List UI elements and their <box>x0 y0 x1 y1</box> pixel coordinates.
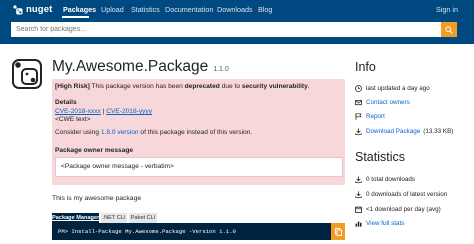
deprecation-text-end: . <box>307 83 310 90</box>
search-icon <box>445 25 453 34</box>
top-navbar: nuget Packages Upload Statistics Documen… <box>0 0 474 19</box>
mail-icon <box>355 99 362 105</box>
deprecation-text-mid: due to <box>219 83 242 90</box>
clock-icon <box>355 84 362 92</box>
downloads-per-day: <1 download per day (avg) <box>355 204 441 214</box>
statistics-heading: Statistics <box>355 150 406 164</box>
nuget-logo-icon <box>13 5 23 15</box>
search-button[interactable] <box>441 22 457 37</box>
calendar-icon <box>355 205 362 213</box>
report[interactable]: Report <box>355 111 385 121</box>
alternate-version-link[interactable]: 1.8.0 version <box>101 129 139 136</box>
download-size: (13.33 KB) <box>423 127 454 135</box>
sign-in-link[interactable]: Sign in <box>436 0 458 19</box>
contact-owners-link[interactable]: Contact owners <box>366 99 410 106</box>
search-input[interactable] <box>11 22 441 37</box>
tab-dotnet-cli[interactable]: .NET CLI <box>101 213 127 223</box>
latest-downloads-text: 0 downloads of latest version <box>366 190 448 198</box>
nav-documentation[interactable]: Documentation <box>165 0 213 19</box>
risk-label: [High Risk] <box>55 83 90 90</box>
consider-text-end: of this package instead of this version. <box>138 129 253 136</box>
cve-links: CVE-2018-xxxx | CVE-2018-yyyy <box>55 108 152 115</box>
consider-text: Consider using <box>55 129 101 136</box>
download-package[interactable]: Download Package (13.33 KB) <box>355 126 453 136</box>
package-name: My.Awesome.Package <box>52 58 209 75</box>
view-full-stats[interactable]: View full stats <box>355 218 404 228</box>
install-command: PM> Install-Package My.Awesome.Package -… <box>58 228 236 235</box>
package-icon <box>12 59 42 89</box>
cve-link-2[interactable]: CVE-2018-yyyy <box>106 108 152 115</box>
latest-version-downloads: 0 downloads of latest version <box>355 189 447 199</box>
last-updated: last updated a day ago <box>355 83 430 93</box>
nav-statistics[interactable]: Statistics <box>131 0 160 19</box>
nav-blog[interactable]: Blog <box>258 0 272 19</box>
flag-icon <box>355 112 362 120</box>
nav-downloads[interactable]: Downloads <box>217 0 253 19</box>
download-package-link[interactable]: Download Package <box>366 128 420 135</box>
alternate-suggestion: Consider using 1.8.0 version of this pac… <box>55 129 252 136</box>
package-description: This is my awesome package <box>52 195 142 202</box>
bar-chart-icon <box>355 221 362 227</box>
tab-package-manager[interactable]: Package Manager <box>52 213 99 223</box>
deprecation-reason: security vulnerability <box>241 83 308 90</box>
deprecation-text: This package version has been <box>89 83 185 90</box>
contact-owners[interactable]: Contact owners <box>355 97 410 107</box>
deprecated-word: deprecated <box>184 83 220 90</box>
install-command-box[interactable]: PM> Install-Package My.Awesome.Package -… <box>52 223 331 240</box>
view-full-stats-link[interactable]: View full stats <box>366 220 404 227</box>
owner-message-box: <Package owner message - verbatim> <box>55 157 343 177</box>
nav-upload[interactable]: Upload <box>101 0 124 19</box>
owner-message-heading: Package owner message <box>55 147 134 154</box>
per-day-text: <1 download per day (avg) <box>366 205 441 213</box>
tab-paket-cli[interactable]: Paket CLI <box>129 213 157 223</box>
cwe-text: <CWE text> <box>55 116 91 123</box>
copy-button[interactable] <box>331 223 345 240</box>
cve-separator: | <box>102 108 105 115</box>
copy-icon <box>334 227 342 236</box>
deprecation-alert: [High Risk] This package version has bee… <box>52 79 345 185</box>
search-bar <box>0 19 474 44</box>
cve-link-1[interactable]: CVE-2018-xxxx <box>55 108 101 115</box>
nuget-logo[interactable]: nuget <box>12 3 62 16</box>
deprecation-message: [High Risk] This package version has bee… <box>55 83 310 90</box>
brand-name: nuget <box>26 4 53 15</box>
report-link[interactable]: Report <box>366 113 385 120</box>
total-downloads-text: 0 total downloads <box>366 175 416 183</box>
details-heading: Details <box>55 99 77 106</box>
nav-active-indicator <box>62 16 89 18</box>
download-icon <box>355 175 362 183</box>
download-icon <box>355 127 362 135</box>
last-updated-text: last updated a day ago <box>366 84 430 92</box>
owner-message: <Package owner message - verbatim> <box>61 163 174 170</box>
download-icon <box>355 190 362 198</box>
info-heading: Info <box>355 60 376 74</box>
total-downloads: 0 total downloads <box>355 174 415 184</box>
package-version: 1.1.0 <box>213 66 229 73</box>
package-title: My.Awesome.Package 1.1.0 <box>52 58 229 76</box>
